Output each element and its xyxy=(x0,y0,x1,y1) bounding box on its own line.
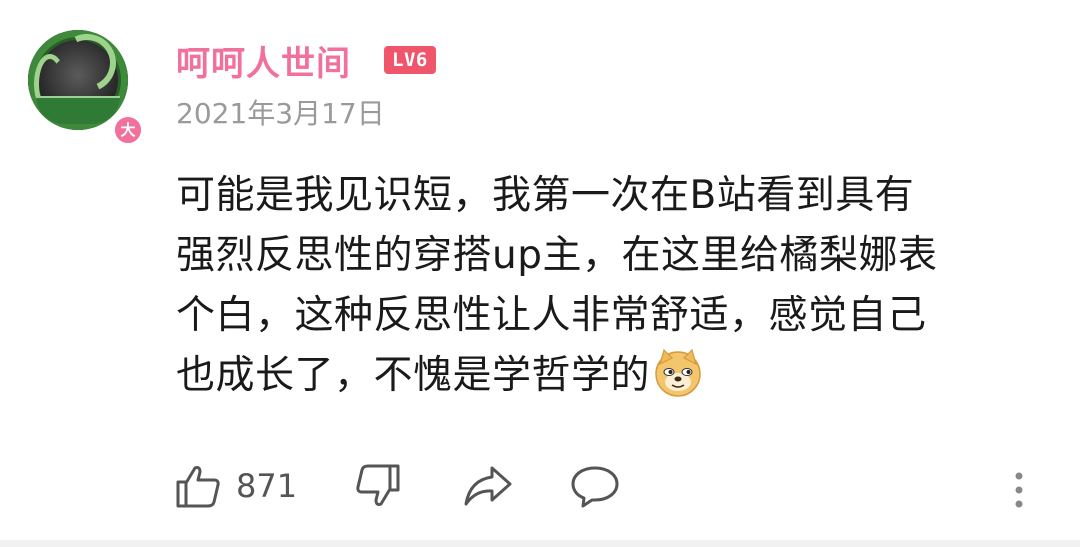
vip-badge: 大 xyxy=(112,114,144,146)
comment-line-last: 也成长了，不愧是学哲学的 xyxy=(176,346,1056,406)
more-options-button[interactable] xyxy=(1012,470,1026,510)
comment-date: 2021年3月17日 xyxy=(176,97,385,130)
share-icon xyxy=(464,466,512,506)
doge-emoji xyxy=(655,348,701,397)
comment-line: 个白，这种反思性让人非常舒适，感觉自己 xyxy=(176,293,927,338)
reply-button[interactable] xyxy=(570,464,620,508)
ring-decoration xyxy=(36,96,120,124)
comment-line: 也成长了，不愧是学哲学的 xyxy=(176,353,651,398)
avatar[interactable]: 大 xyxy=(28,30,144,146)
thumbs-up-icon xyxy=(176,466,220,508)
more-icon xyxy=(1015,472,1023,508)
dislike-button[interactable] xyxy=(354,462,402,510)
username[interactable]: 呵呵人世间 xyxy=(176,36,351,85)
comment-line: 强烈反思性的穿搭up主，在这里给橘梨娜表 xyxy=(176,233,938,278)
action-bar: 871 xyxy=(0,458,1080,528)
reply-icon xyxy=(571,466,619,508)
comment-line: 可能是我见识短，我第一次在B站看到具有 xyxy=(176,173,915,218)
comment-text: 可能是我见识短，我第一次在B站看到具有 强烈反思性的穿搭up主，在这里给橘梨娜表… xyxy=(176,166,1056,406)
divider xyxy=(0,540,1080,547)
like-button[interactable]: 871 xyxy=(174,462,297,510)
share-button[interactable] xyxy=(462,464,514,508)
like-count: 871 xyxy=(236,467,298,505)
thumbs-down-icon xyxy=(356,464,400,506)
level-badge: LV6 xyxy=(384,46,436,74)
avatar-image xyxy=(28,30,128,130)
